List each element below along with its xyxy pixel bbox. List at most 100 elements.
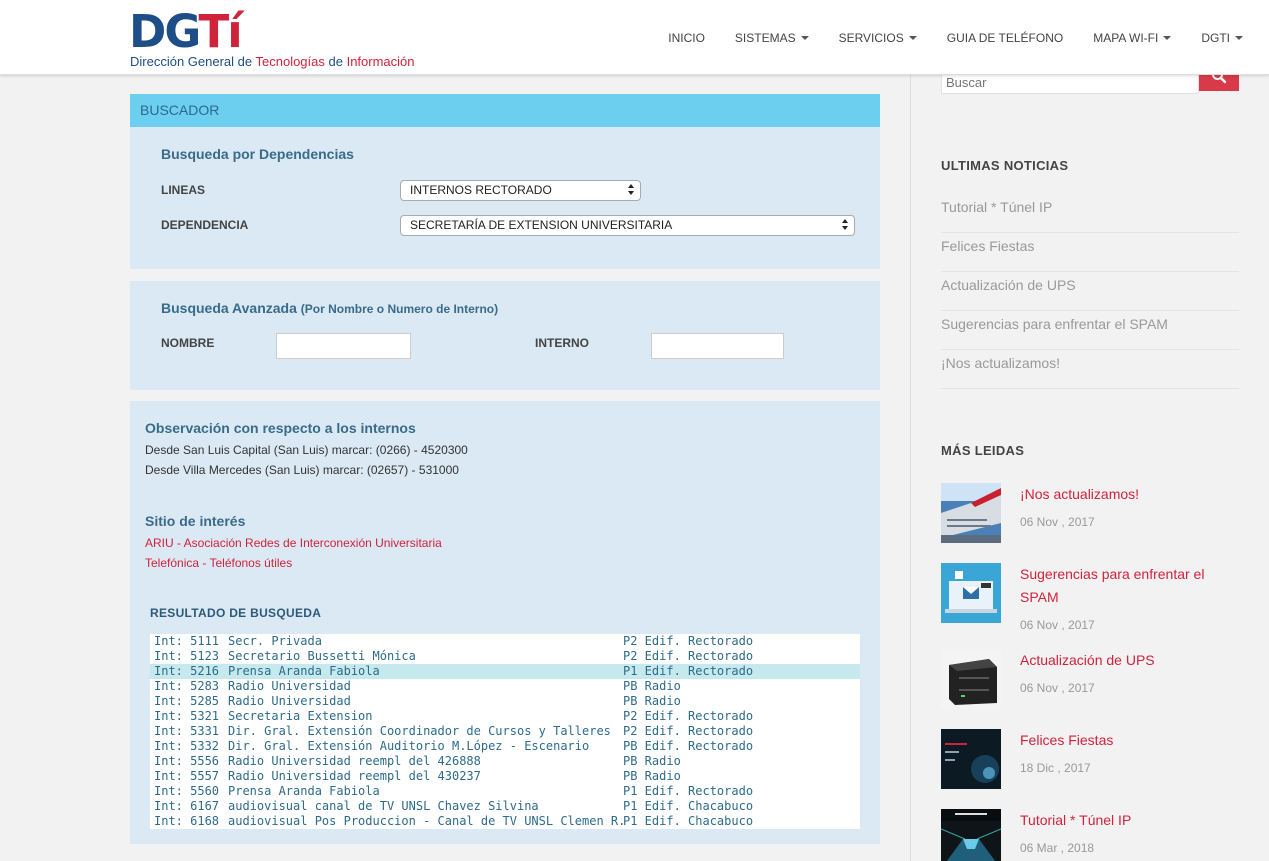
nav-item-mapa-wi-fi[interactable]: MAPA WI-FI: [1078, 31, 1186, 45]
avanzada-title: Busqueda Avanzada (Por Nombre o Numero d…: [161, 300, 498, 316]
lineas-label: LINEAS: [161, 183, 206, 197]
result-interno: Int: 5556: [154, 754, 220, 768]
logo-sub-part: de: [324, 54, 347, 69]
result-ubicacion: P1 Edif. Rectorado: [623, 664, 754, 678]
mas-leidas-item: Actualización de UPS 06 Nov , 2017: [941, 649, 1239, 709]
observacion-line: Desde San Luis Capital (San Luis) marcar…: [145, 443, 468, 457]
result-ubicacion: P1 Edif. Chacabuco: [623, 799, 754, 813]
buscador-header: BUSCADOR: [130, 94, 880, 127]
ariu-link[interactable]: ARIU - Asociación Redes de Interconexión…: [145, 536, 442, 550]
building-thumbnail[interactable]: [941, 483, 1001, 543]
logo-mark: DGTí: [129, 5, 243, 58]
news-link[interactable]: Felices Fiestas: [941, 233, 1239, 272]
result-row[interactable]: Int: 6168 audiovisual Pos Produccion - Ca…: [150, 814, 860, 829]
result-ubicacion: PB Radio: [623, 694, 681, 708]
result-row[interactable]: Int: 5560 Prensa Aranda Fabiola P1 Edif. R…: [150, 784, 860, 799]
logo-sub-part: Tecnologías: [255, 54, 325, 69]
mas-leidas-date: 06 Nov , 2017: [1020, 515, 1095, 529]
avanzada-panel: Busqueda Avanzada (Por Nombre o Numero d…: [130, 281, 880, 390]
nombre-label: NOMBRE: [161, 336, 215, 350]
result-interno: Int: 5560: [154, 784, 220, 798]
logo-sub-part: Dirección General de: [130, 54, 256, 69]
result-row[interactable]: Int: 5123 Secretario Bussetti Mónica P2 Ed…: [150, 649, 860, 664]
nombre-input[interactable]: [276, 333, 411, 359]
dependencias-panel: Busqueda por Dependencias LINEAS INTERNO…: [130, 127, 880, 269]
result-row[interactable]: Int: 5111 Secr. Privada P2 Edif. Rectorado: [150, 634, 860, 649]
result-row[interactable]: Int: 5557 Radio Universidad reempl del 43…: [150, 769, 860, 784]
mas-leidas-item: Felices Fiestas 18 Dic , 2017: [941, 729, 1239, 789]
results-list[interactable]: Int: 5111 Secr. Privada P2 Edif. Rectorado…: [150, 634, 860, 829]
result-nombre: Dir. Gral. Extensión Coordinador de Curs…: [228, 724, 611, 738]
logo-subtitle: Dirección General de Tecnologías de Info…: [130, 54, 415, 69]
nav-item-label: INICIO: [668, 30, 705, 45]
result-nombre: Prensa Aranda Fabiola: [228, 664, 380, 678]
result-nombre: Radio Universidad reempl del 430237: [228, 769, 481, 783]
sidebar-divider: [910, 75, 911, 861]
fiestas-thumbnail[interactable]: [941, 729, 1001, 789]
interno-input[interactable]: [651, 333, 784, 359]
result-row[interactable]: Int: 5285 Radio Universidad PB Radio: [150, 694, 860, 709]
caret-down-icon: [908, 35, 917, 40]
nav-item-label: DGTI: [1201, 30, 1230, 45]
nav-item-dgti[interactable]: DGTI: [1186, 31, 1269, 45]
news-link[interactable]: Actualización de UPS: [941, 272, 1239, 311]
dependencia-select[interactable]: SECRETARÍA DE EXTENSION UNIVERSITARIA: [400, 215, 855, 236]
mas-leidas-title-link[interactable]: Tutorial * Túnel IP: [1020, 809, 1230, 832]
logo-sub-part: Información: [346, 54, 415, 69]
result-ubicacion: PB Radio: [623, 769, 681, 783]
nav-item-sistemas[interactable]: SISTEMAS: [720, 31, 824, 45]
nav-item-label: MAPA WI-FI: [1093, 30, 1159, 45]
result-row[interactable]: Int: 5321 Secretaria Extension P2 Edif. Re…: [150, 709, 860, 724]
result-row[interactable]: Int: 5331 Dir. Gral. Extensión Coordinado…: [150, 724, 860, 739]
nav-item-servicios[interactable]: SERVICIOS: [824, 31, 932, 45]
lineas-select[interactable]: INTERNOS RECTORADO: [400, 180, 641, 201]
ups-thumbnail[interactable]: [941, 649, 1001, 709]
nav-item-inicio[interactable]: INICIO: [653, 31, 720, 45]
news-link[interactable]: Tutorial * Túnel IP: [941, 194, 1239, 233]
result-row[interactable]: Int: 5332 Dir. Gral. Extensión Auditorio …: [150, 739, 860, 754]
logo-dg: DG: [129, 5, 200, 58]
caret-down-icon: [1163, 35, 1172, 40]
mas-leidas-item: ¡Nos actualizamos! 06 Nov , 2017: [941, 483, 1239, 543]
result-ubicacion: P2 Edif. Rectorado: [623, 709, 754, 723]
result-ubicacion: P1 Edif. Rectorado: [623, 784, 754, 798]
news-link[interactable]: Sugerencias para enfrentar el SPAM: [941, 311, 1239, 350]
mas-leidas-item: Sugerencias para enfrentar el SPAM 06 Nov…: [941, 563, 1239, 632]
result-nombre: Radio Universidad: [228, 694, 351, 708]
main-nav: INICIO SISTEMAS SERVICIOS GUIA DE TELÉFONO M…: [653, 0, 1269, 75]
observacion-line: Desde Villa Mercedes (San Luis) marcar: …: [145, 463, 459, 477]
mas-leidas-title-link[interactable]: Felices Fiestas: [1020, 729, 1230, 752]
result-row[interactable]: Int: 5283 Radio Universidad PB Radio: [150, 679, 860, 694]
dependencia-select-value: SECRETARÍA DE EXTENSION UNIVERSITARIA: [410, 218, 673, 232]
spam-laptop-thumbnail[interactable]: [941, 563, 1001, 623]
tunnel-thumbnail[interactable]: [941, 809, 1001, 861]
caret-down-icon: [800, 35, 809, 40]
ultimas-noticias-title: ULTIMAS NOTICIAS: [941, 158, 1069, 173]
select-arrows-icon: [628, 184, 635, 197]
result-interno: Int: 5331: [154, 724, 220, 738]
mas-leidas-date: 18 Dic , 2017: [1020, 761, 1091, 775]
result-row[interactable]: Int: 6167 audiovisual canal de TV UNSL Ch…: [150, 799, 860, 814]
mas-leidas-title-link[interactable]: Actualización de UPS: [1020, 649, 1230, 672]
dgti-logo[interactable]: DGTí Dirección General de Tecnologías de…: [129, 8, 439, 70]
info-results-panel: Observación con respecto a los internos …: [130, 401, 880, 844]
result-nombre: Secretario Bussetti Mónica: [228, 649, 416, 663]
result-interno: Int: 6167: [154, 799, 220, 813]
mas-leidas-title-link[interactable]: ¡Nos actualizamos!: [1020, 483, 1230, 506]
result-nombre: Radio Universidad: [228, 679, 351, 693]
result-ubicacion: P2 Edif. Rectorado: [623, 724, 754, 738]
mas-leidas-item: Tutorial * Túnel IP 06 Mar , 2018: [941, 809, 1239, 861]
telefonica-link[interactable]: Telefónica - Teléfonos útiles: [145, 556, 292, 570]
result-interno: Int: 5285: [154, 694, 220, 708]
mas-leidas-title-link[interactable]: Sugerencias para enfrentar el SPAM: [1020, 563, 1230, 609]
news-link[interactable]: ¡Nos actualizamos!: [941, 350, 1239, 389]
caret-down-icon: [1235, 35, 1243, 40]
result-ubicacion: P2 Edif. Rectorado: [623, 649, 754, 663]
result-nombre: audiovisual Pos Produccion - Canal de TV…: [228, 814, 626, 828]
result-row[interactable]: Int: 5556 Radio Universidad reempl del 42…: [150, 754, 860, 769]
nav-item-guia-de-tel-fono[interactable]: GUIA DE TELÉFONO: [932, 31, 1078, 45]
result-row[interactable]: Int: 5216 Prensa Aranda Fabiola P1 Edif. R…: [150, 664, 860, 679]
result-nombre: Secr. Privada: [228, 634, 322, 648]
mas-leidas-date: 06 Mar , 2018: [1020, 841, 1095, 855]
result-interno: Int: 6168: [154, 814, 220, 828]
